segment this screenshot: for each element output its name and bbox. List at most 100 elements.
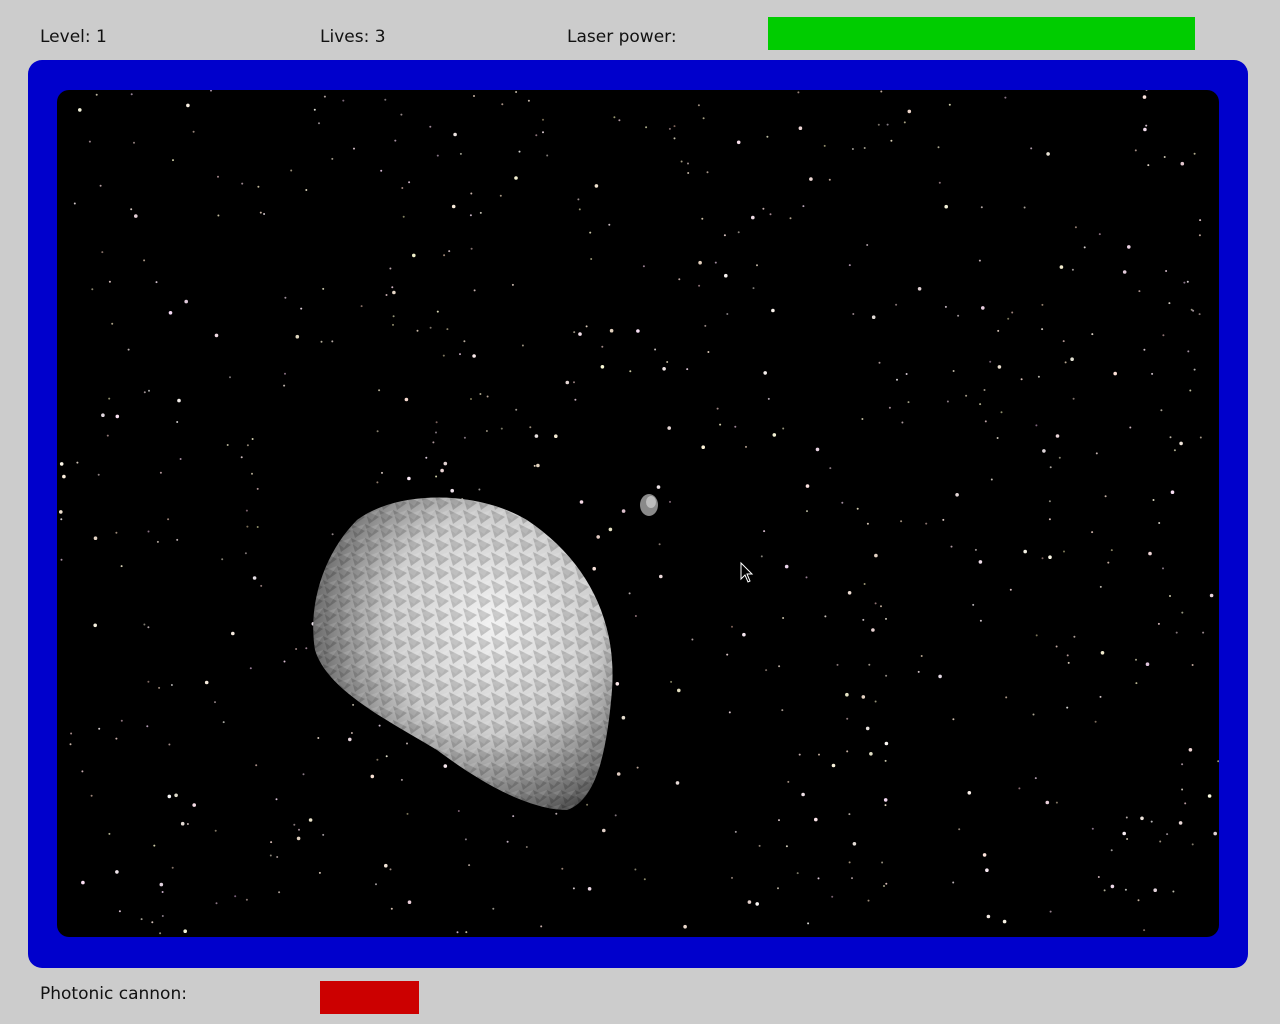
star — [602, 828, 606, 833]
star — [245, 898, 248, 901]
star — [259, 211, 262, 214]
star — [283, 384, 286, 387]
star — [903, 121, 906, 124]
star — [1162, 334, 1165, 337]
star — [529, 426, 532, 429]
star — [97, 473, 100, 476]
star — [573, 331, 576, 334]
star — [809, 177, 813, 181]
game-viewport[interactable] — [57, 90, 1219, 937]
star — [1191, 843, 1194, 846]
star — [659, 574, 663, 579]
star — [565, 380, 570, 385]
star — [506, 840, 509, 843]
star — [180, 821, 185, 826]
star — [848, 264, 851, 267]
star — [536, 463, 540, 468]
star — [1099, 585, 1102, 588]
star — [807, 922, 810, 925]
star — [456, 931, 459, 934]
star — [742, 632, 746, 637]
star — [645, 126, 648, 129]
star — [877, 123, 880, 126]
star — [846, 717, 849, 720]
star — [436, 154, 439, 157]
star — [1126, 838, 1129, 840]
star — [1209, 593, 1214, 598]
star — [425, 456, 428, 459]
star — [1124, 888, 1127, 891]
star — [542, 131, 544, 134]
star — [284, 296, 287, 299]
star — [214, 829, 217, 832]
star — [678, 278, 681, 281]
star — [925, 522, 928, 525]
star — [389, 267, 392, 270]
star — [1110, 849, 1113, 852]
star — [183, 929, 187, 933]
star — [473, 95, 475, 97]
star — [93, 623, 97, 628]
star — [459, 152, 462, 155]
star — [515, 408, 518, 411]
star — [555, 812, 558, 815]
star — [745, 445, 747, 448]
star — [251, 472, 253, 475]
star — [883, 885, 885, 887]
star — [907, 401, 910, 404]
star — [392, 315, 395, 318]
star — [579, 500, 584, 504]
star — [758, 844, 761, 847]
star — [93, 536, 98, 540]
star — [824, 615, 827, 618]
star — [986, 914, 991, 919]
star — [747, 900, 752, 904]
star — [868, 663, 871, 666]
star — [874, 553, 878, 558]
star — [636, 329, 640, 333]
star — [948, 103, 951, 106]
star — [1152, 499, 1155, 501]
mouse-cursor-icon — [740, 561, 754, 583]
star — [1173, 449, 1176, 452]
star — [1145, 90, 1148, 91]
star — [1058, 456, 1061, 459]
small-asteroid[interactable] — [640, 494, 658, 516]
star — [401, 187, 404, 189]
star — [404, 397, 409, 402]
star — [70, 732, 73, 735]
star — [323, 95, 326, 98]
star — [942, 518, 945, 521]
large-asteroid[interactable] — [313, 497, 613, 811]
star — [1199, 436, 1202, 439]
level-label: Level: 1 — [40, 27, 107, 47]
star — [668, 127, 671, 130]
star — [457, 810, 460, 812]
starfield — [59, 90, 1219, 935]
star — [331, 533, 334, 536]
star — [385, 755, 388, 758]
star — [295, 648, 298, 650]
star — [1042, 449, 1046, 453]
star — [1193, 368, 1196, 371]
star — [217, 175, 219, 178]
star — [168, 311, 173, 315]
star — [440, 468, 444, 473]
star — [229, 376, 231, 379]
star — [521, 344, 524, 347]
star — [771, 308, 775, 313]
star — [533, 464, 536, 467]
star — [554, 434, 558, 439]
star — [1055, 801, 1058, 804]
star — [318, 122, 320, 125]
star — [283, 660, 286, 663]
star — [320, 340, 323, 343]
star — [765, 669, 768, 672]
star — [865, 726, 870, 731]
star — [435, 431, 437, 434]
star — [856, 507, 859, 510]
star — [972, 603, 975, 606]
star — [669, 500, 671, 503]
space-scene — [59, 90, 1219, 935]
star — [167, 518, 170, 521]
